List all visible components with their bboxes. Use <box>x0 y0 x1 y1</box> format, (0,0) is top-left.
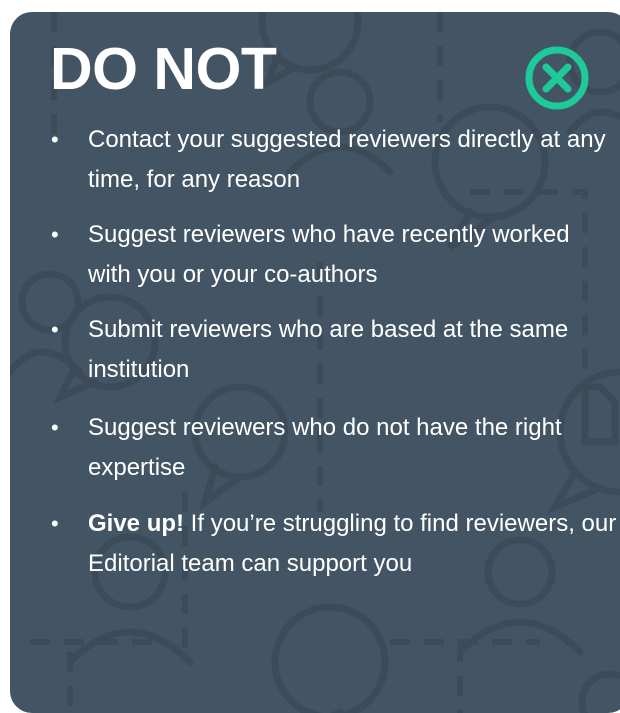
list-item-text: Contact your suggested reviewers directl… <box>88 126 606 193</box>
bullet: • <box>51 415 59 440</box>
bullet: • <box>51 317 59 342</box>
list-item-text: Suggest reviewers who have recently work… <box>88 221 570 288</box>
emphasis: Give up! <box>88 510 185 537</box>
page-title: DO NOT <box>50 36 277 102</box>
list-item-text: Submit reviewers who are based at the sa… <box>88 316 569 383</box>
bullet: • <box>51 222 59 247</box>
bullet: • <box>51 511 59 536</box>
close-circle-icon <box>525 46 589 110</box>
do-not-card: DO NOT • Contact your suggested reviewer… <box>10 12 620 713</box>
bullet: • <box>51 127 59 152</box>
list-item-text: Give up! If you’re struggling to find re… <box>88 510 617 577</box>
list-item-text: Suggest reviewers who do not have the ri… <box>88 414 562 481</box>
